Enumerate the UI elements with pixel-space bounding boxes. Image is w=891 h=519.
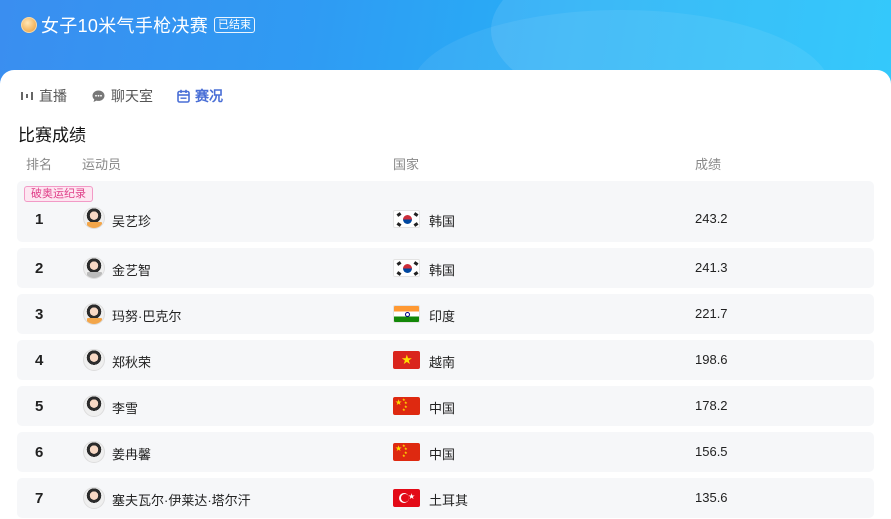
rank-value: 2 (35, 260, 44, 277)
avatar (83, 207, 105, 229)
avatar (83, 349, 105, 371)
score-value: 198.6 (695, 352, 728, 367)
results-table: 1 吴艺珍 韩国 243.2 2 金艺智 韩国 241.3 3 玛努·巴克尔 印… (17, 181, 874, 519)
calendar-icon (177, 89, 190, 103)
country-name: 韩国 (429, 214, 456, 229)
rank-value: 1 (35, 211, 44, 228)
india-flag-icon (393, 305, 420, 323)
avatar (83, 303, 105, 325)
rank-value: 3 (35, 306, 44, 323)
content-card: 直播 聊天室 赛况 比赛成绩 排名 运动员 国家 成绩 1 吴艺珍 韩国 243… (0, 70, 891, 519)
score-value: 178.2 (695, 398, 728, 413)
tab-match-status-label: 赛况 (195, 88, 223, 104)
table-row[interactable]: 5 李雪 ★ ★ ★ ★ ★ 中国 178.2 (17, 386, 874, 426)
score-value: 243.2 (695, 211, 728, 226)
event-title: 女子10米气手枪决赛 (41, 16, 209, 36)
table-row[interactable]: 7 塞夫瓦尔·伊莱达·塔尔汗 ★ 土耳其 135.6 (17, 478, 874, 518)
column-country: 国家 (393, 157, 420, 172)
rank-value: 4 (35, 352, 44, 369)
turkey-flag-icon: ★ (393, 489, 420, 507)
country-name: 中国 (429, 447, 456, 462)
athlete-name: 姜冉馨 (112, 447, 152, 462)
south-korea-flag-icon (393, 259, 420, 277)
medal-icon (21, 17, 37, 33)
avatar (83, 257, 105, 279)
vietnam-flag-icon: ★ (393, 351, 420, 369)
country-name: 印度 (429, 309, 456, 324)
title-row: 女子10米气手枪决赛 已结束 (21, 12, 256, 38)
status-badge: 已结束 (214, 17, 256, 33)
rank-value: 5 (35, 398, 44, 415)
chat-icon (91, 89, 106, 104)
table-row[interactable]: 3 玛努·巴克尔 印度 221.7 (17, 294, 874, 334)
rank-value: 7 (35, 490, 44, 507)
score-value: 241.3 (695, 260, 728, 275)
score-value: 135.6 (695, 490, 728, 505)
avatar (83, 441, 105, 463)
table-row[interactable]: 2 金艺智 韩国 241.3 (17, 248, 874, 288)
table-row[interactable]: 4 郑秋荣 ★ 越南 198.6 (17, 340, 874, 380)
country-name: 中国 (429, 401, 456, 416)
section-title: 比赛成绩 (18, 126, 86, 145)
table-row[interactable]: 1 吴艺珍 韩国 243.2 (17, 181, 874, 242)
athlete-name: 玛努·巴克尔 (112, 309, 182, 324)
tab-chat-label: 聊天室 (111, 88, 153, 104)
live-icon (20, 90, 34, 102)
avatar (83, 487, 105, 509)
table-row[interactable]: 6 姜冉馨 ★ ★ ★ ★ ★ 中国 156.5 (17, 432, 874, 472)
score-value: 221.7 (695, 306, 728, 321)
athlete-name: 吴艺珍 (112, 214, 152, 229)
column-athlete: 运动员 (82, 157, 122, 172)
avatar (83, 395, 105, 417)
column-rank: 排名 (26, 157, 53, 172)
country-name: 韩国 (429, 263, 456, 278)
tab-match-status[interactable]: 赛况 (177, 86, 223, 106)
table-header: 排名 运动员 国家 成绩 (0, 154, 891, 174)
country-name: 越南 (429, 355, 456, 370)
south-korea-flag-icon (393, 210, 420, 228)
china-flag-icon: ★ ★ ★ ★ ★ (393, 397, 420, 415)
country-name: 土耳其 (429, 493, 469, 508)
tab-bar: 直播 聊天室 赛况 (20, 86, 247, 106)
rank-value: 6 (35, 444, 44, 461)
tab-live-label: 直播 (39, 88, 67, 104)
athlete-name: 塞夫瓦尔·伊莱达·塔尔汗 (112, 493, 251, 508)
athlete-name: 郑秋荣 (112, 355, 152, 370)
athlete-name: 李雪 (112, 401, 139, 416)
column-score: 成绩 (695, 157, 722, 172)
athlete-name: 金艺智 (112, 263, 152, 278)
china-flag-icon: ★ ★ ★ ★ ★ (393, 443, 420, 461)
tab-live[interactable]: 直播 (20, 86, 67, 106)
olympic-record-tag: 破奥运纪录 (24, 186, 93, 202)
score-value: 156.5 (695, 444, 728, 459)
tab-chat[interactable]: 聊天室 (91, 86, 153, 106)
